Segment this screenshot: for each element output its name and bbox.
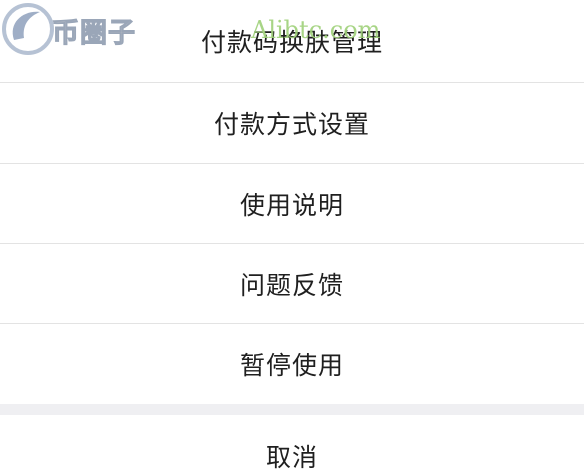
cancel-button[interactable]: 取消: [0, 415, 584, 475]
section-gap: [0, 404, 584, 415]
menu-item-label: 使用说明: [239, 190, 344, 220]
menu-item-instructions[interactable]: 使用说明: [0, 164, 584, 243]
menu-item-payment-method-settings[interactable]: 付款方式设置: [0, 83, 584, 163]
menu-item-label: 问题反馈: [239, 270, 344, 300]
menu-item-pause-use[interactable]: 暂停使用: [0, 324, 584, 404]
menu-item-feedback[interactable]: 问题反馈: [0, 244, 584, 323]
menu-item-label: 付款码换肤管理: [200, 28, 383, 57]
menu-item-payment-code-skin[interactable]: 付款码换肤管理: [0, 0, 584, 82]
menu-item-label: 付款方式设置: [213, 110, 370, 139]
menu-item-label: 暂停使用: [239, 351, 344, 380]
action-sheet: 付款码换肤管理 付款方式设置 使用说明 问题反馈 暂停使用 取消: [0, 0, 584, 475]
cancel-label: 取消: [265, 443, 318, 472]
